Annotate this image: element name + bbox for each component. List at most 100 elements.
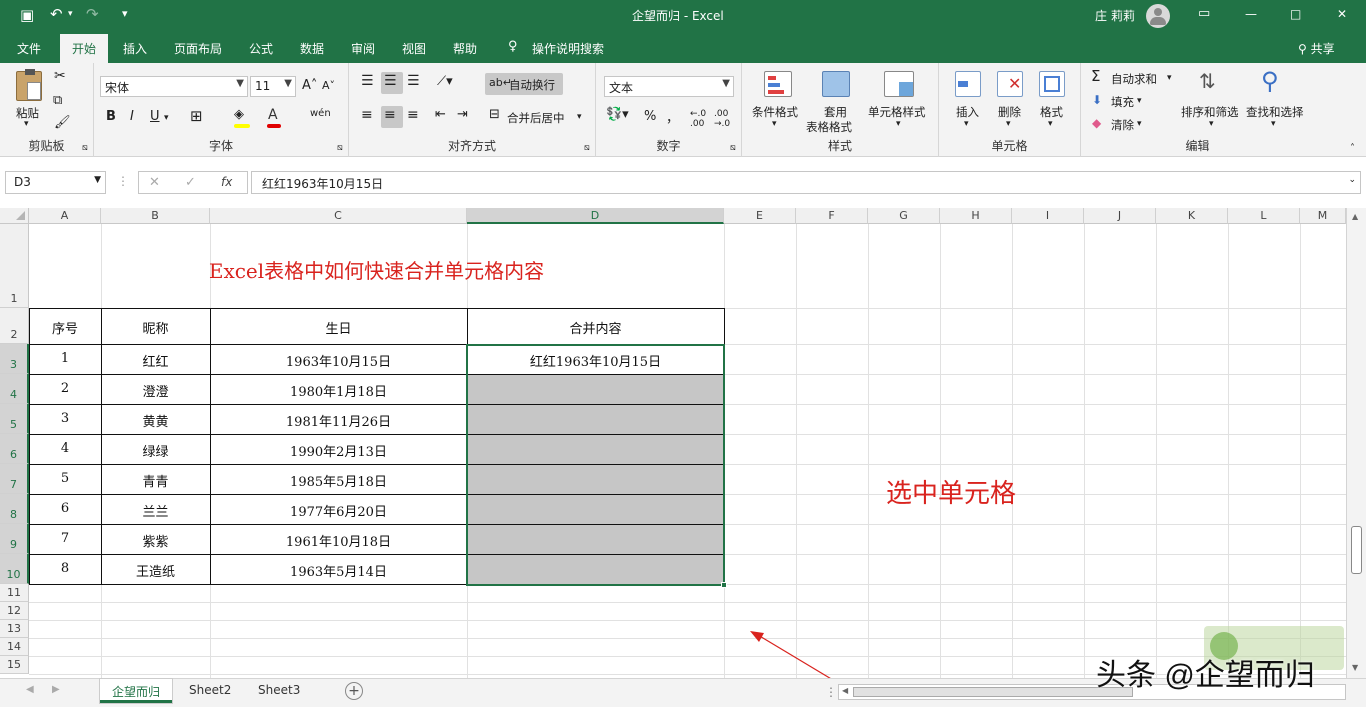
sort-filter-button[interactable]: 排序和筛选 [1181, 104, 1239, 120]
grow-font-button[interactable]: A˄ [302, 78, 317, 93]
fill-handle[interactable] [721, 582, 727, 588]
column-header-A[interactable]: A [29, 208, 101, 224]
sheet-tab-active[interactable]: 企望而归 [100, 679, 173, 703]
clear-icon[interactable]: ◆ [1092, 116, 1101, 130]
table-cell[interactable]: 兰兰 [101, 501, 210, 520]
row-header-1[interactable]: 1 [0, 224, 29, 308]
fill-icon[interactable]: ⬇ [1092, 93, 1102, 107]
orientation-icon[interactable]: ⟋▾ [437, 74, 453, 89]
table-cell[interactable]: 紫紫 [101, 531, 210, 550]
column-header-I[interactable]: I [1012, 208, 1084, 224]
scroll-down-icon[interactable]: ▼ [1352, 663, 1358, 672]
close-button[interactable]: ✕ [1337, 7, 1347, 21]
find-dropdown-icon[interactable]: ▾ [1271, 119, 1276, 129]
tab-file[interactable]: 文件 [17, 40, 41, 57]
table-cell[interactable]: 1961年10月18日 [210, 531, 467, 550]
scroll-left-icon[interactable]: ◀ [842, 686, 848, 695]
merge-dropdown-icon[interactable]: ▾ [577, 112, 582, 122]
find-select-icon[interactable]: ⚲ [1261, 67, 1279, 95]
decrease-decimal-icon[interactable]: .00 →.0 [714, 109, 730, 129]
enter-icon[interactable]: ✓ [185, 175, 196, 190]
name-box[interactable]: D3 ▼ [5, 171, 106, 194]
column-header-B[interactable]: B [101, 208, 210, 224]
percent-button[interactable]: % [644, 109, 656, 124]
insert-cells-icon[interactable] [955, 71, 981, 97]
vertical-scroll-thumb[interactable] [1351, 526, 1362, 574]
prev-sheet-icon[interactable]: ◀ [26, 684, 34, 695]
table-cell[interactable]: 2 [29, 381, 101, 396]
cond-dropdown-icon[interactable]: ▾ [772, 119, 777, 129]
row-header-2[interactable]: 2 [0, 308, 29, 344]
number-format-combo[interactable]: 文本 ▼ [604, 76, 734, 97]
table-cell[interactable]: 红红1963年10月15日 [467, 351, 724, 370]
undo-icon[interactable]: ↶ [50, 5, 63, 23]
format-as-table-label2[interactable]: 表格格式 [806, 119, 852, 135]
customize-qat-icon[interactable]: ▾ [122, 7, 128, 20]
table-cell[interactable]: 澄澄 [101, 381, 210, 400]
save-icon[interactable]: ▣ [20, 6, 34, 24]
user-name[interactable]: 庄 莉莉 [1095, 7, 1135, 24]
redo-icon[interactable]: ↷ [86, 5, 99, 23]
column-header-J[interactable]: J [1084, 208, 1156, 224]
tab-home[interactable]: 开始 [60, 34, 109, 63]
restore-button[interactable]: □ [1290, 7, 1301, 21]
clear-dropdown-icon[interactable]: ▾ [1137, 119, 1142, 129]
table-cell[interactable]: 黄黄 [101, 411, 210, 430]
format-dropdown-icon[interactable]: ▾ [1048, 119, 1053, 129]
font-color-icon[interactable]: A [268, 107, 278, 123]
table-cell[interactable]: 王造纸 [101, 561, 210, 580]
ribbon-display-icon[interactable]: ▭ [1198, 6, 1210, 21]
column-header-M[interactable]: M [1300, 208, 1346, 224]
row-header-3[interactable]: 3 [0, 344, 29, 374]
tab-page-layout[interactable]: 页面布局 [174, 40, 222, 57]
table-cell[interactable]: 4 [29, 441, 101, 456]
autosum-dropdown-icon[interactable]: ▾ [1167, 73, 1172, 83]
font-size-combo[interactable]: 11 ▼ [250, 76, 296, 97]
cell-styles-button[interactable]: 单元格样式 [868, 104, 926, 120]
paste-dropdown-icon[interactable]: ▾ [24, 119, 29, 129]
row-header-9[interactable]: 9 [0, 524, 29, 554]
table-cell[interactable]: 1990年2月13日 [210, 441, 467, 460]
table-cell[interactable]: 1980年1月18日 [210, 381, 467, 400]
tab-data[interactable]: 数据 [300, 40, 324, 57]
row-header-5[interactable]: 5 [0, 404, 29, 434]
row-header-7[interactable]: 7 [0, 464, 29, 494]
vertical-scrollbar[interactable]: ▲ ▼ [1346, 208, 1366, 678]
column-header-K[interactable]: K [1156, 208, 1228, 224]
tab-help[interactable]: 帮助 [453, 40, 477, 57]
table-header-cell[interactable]: 序号 [29, 318, 101, 337]
fill-color-icon[interactable]: ◈ [234, 107, 244, 122]
conditional-formatting-icon[interactable] [764, 71, 792, 97]
row-header-8[interactable]: 8 [0, 494, 29, 524]
align-right-icon[interactable]: ≡ [407, 107, 419, 123]
sort-dropdown-icon[interactable]: ▾ [1209, 119, 1214, 129]
align-center-icon[interactable]: ≡ [384, 107, 396, 123]
cell-styles-icon[interactable] [884, 71, 914, 97]
conditional-formatting-button[interactable]: 条件格式 [752, 104, 798, 120]
sheet-bar-split-icon[interactable]: ⋮ [825, 685, 837, 699]
fill-dropdown-icon[interactable]: ▾ [1137, 96, 1142, 106]
next-sheet-icon[interactable]: ▶ [52, 684, 60, 695]
tab-insert[interactable]: 插入 [123, 40, 147, 57]
formula-input[interactable]: 红红1963年10月15日 ⌄ [251, 171, 1361, 194]
avatar[interactable] [1146, 4, 1170, 28]
table-cell[interactable]: 5 [29, 471, 101, 486]
cell-styles-dropdown-icon[interactable]: ▾ [896, 119, 901, 129]
merge-center-button[interactable]: 合并后居中 [507, 110, 565, 126]
cancel-icon[interactable]: ✕ [149, 175, 160, 190]
row-header-15[interactable]: 15 [0, 656, 29, 674]
add-sheet-button[interactable]: + [345, 682, 363, 700]
minimize-button[interactable]: — [1245, 7, 1257, 21]
format-as-table-label1[interactable]: 套用 [824, 104, 847, 120]
fill-button[interactable]: 填充 [1111, 94, 1134, 110]
table-cell[interactable]: 1963年10月15日 [210, 351, 467, 370]
autosum-icon[interactable]: Σ [1091, 67, 1100, 85]
row-header-13[interactable]: 13 [0, 620, 29, 638]
alignment-launcher-icon[interactable]: ⧅ [584, 143, 590, 153]
worksheet-grid[interactable]: ABCDEFGHIJKLM 1 2 3 4 5 6 7 8 9 10 11 12 13 14 15 Exce… [0, 208, 1366, 678]
select-all-button[interactable] [0, 208, 29, 224]
sheet-tab-2[interactable]: Sheet2 [177, 679, 243, 703]
insert-dropdown-icon[interactable]: ▾ [964, 119, 969, 129]
column-header-G[interactable]: G [868, 208, 940, 224]
table-cell[interactable]: 青青 [101, 471, 210, 490]
